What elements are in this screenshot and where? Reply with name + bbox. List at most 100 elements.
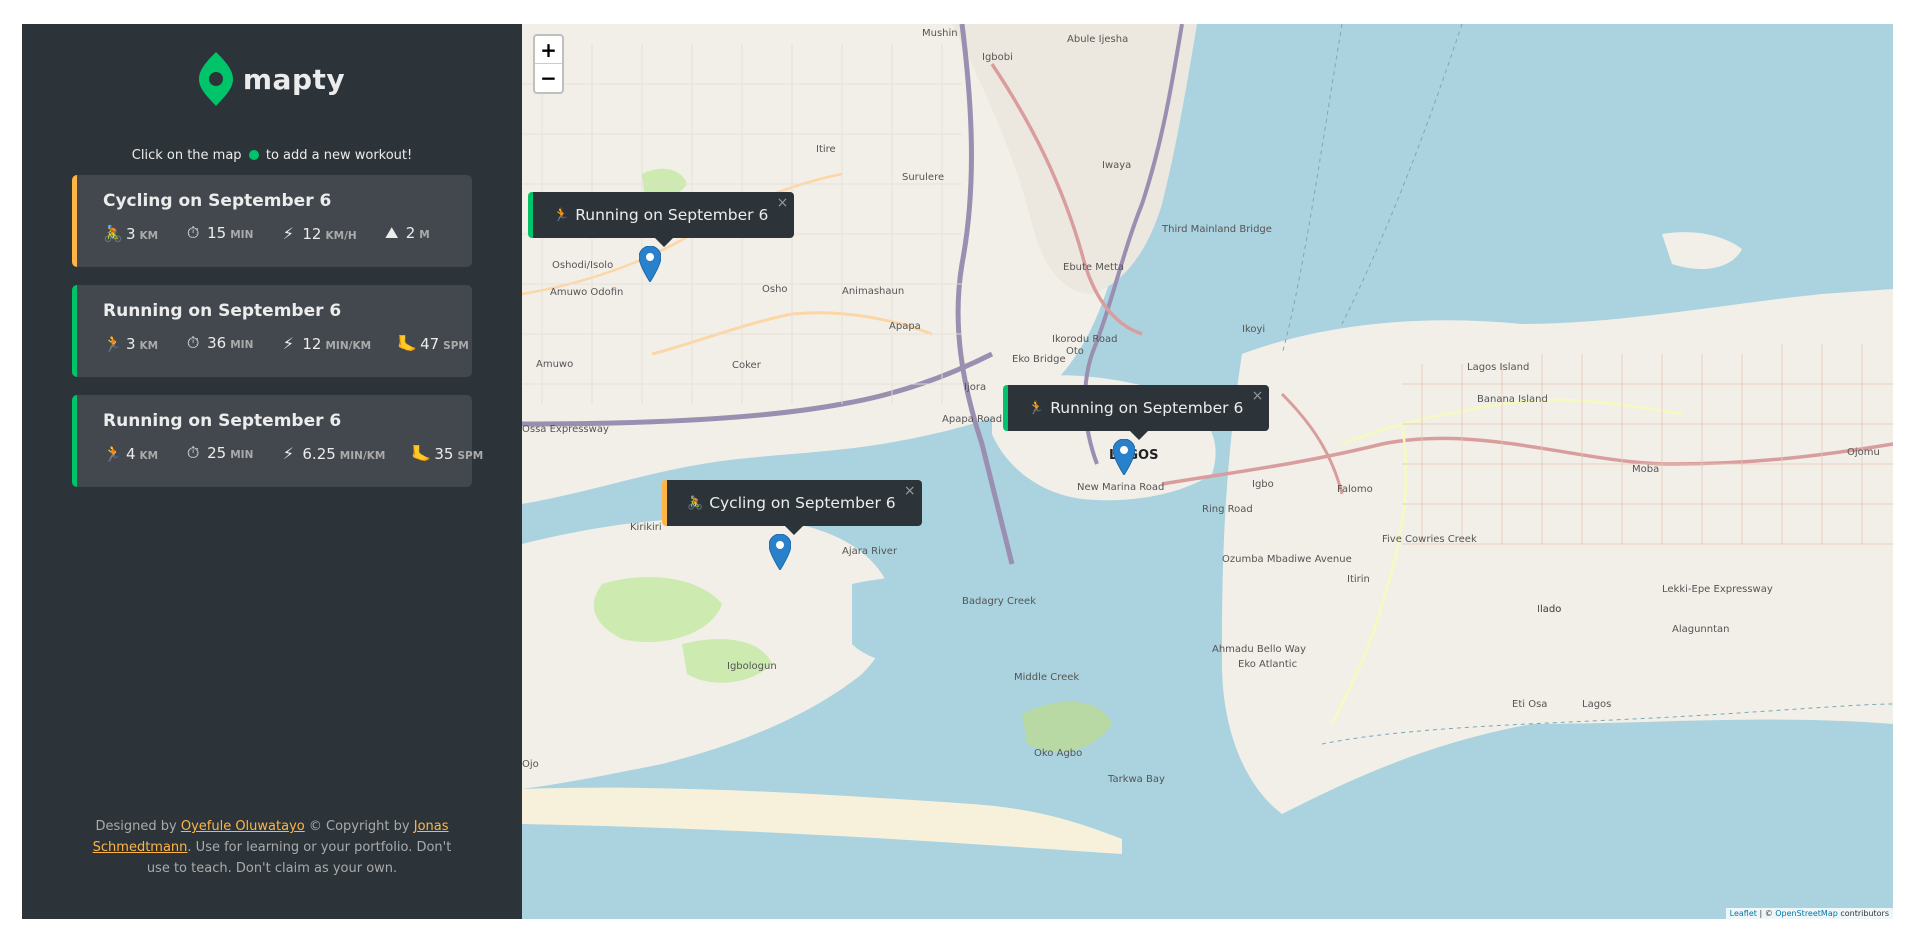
map-label: Mushin	[922, 28, 958, 39]
workout-elevation: ⛰ 2 m	[383, 223, 430, 243]
hint-text-before: Click on the map	[131, 148, 242, 163]
map-marker-icon[interactable]	[769, 534, 791, 570]
map-label: Osho	[762, 284, 788, 295]
workout-details: 🏃 4 km ⏱ 25 min ⚡ 6.25 min/km 🦶 35 spm	[103, 443, 483, 463]
map-label: Ossa Expressway	[522, 424, 609, 435]
duration-unit: min	[230, 449, 254, 461]
map-label: Igbologun	[727, 661, 777, 672]
map-label: Ebute Metta	[1063, 262, 1125, 273]
map-label: Animashaun	[842, 286, 905, 297]
popup-close-button[interactable]: ×	[904, 483, 916, 499]
workout-cadence: 🦶 35 spm	[411, 444, 483, 463]
stopwatch-icon: ⏱	[186, 443, 200, 462]
map-label: Ikorodu Road	[1052, 334, 1118, 345]
footer-rest: . Use for learning or your portfolio. Do…	[146, 840, 452, 876]
workout-cadence: 🦶 47 spm	[397, 334, 469, 353]
distance-unit: km	[139, 339, 159, 352]
map-label: Banana Island	[1477, 394, 1548, 405]
map-label: Apapa	[889, 321, 921, 332]
duration-value: 25	[207, 444, 227, 462]
bicycle-icon: 🚴	[103, 223, 123, 243]
cadence-unit: spm	[457, 449, 484, 462]
map-label: Tarkwa Bay	[1108, 774, 1165, 785]
logo: mapty	[22, 52, 522, 106]
workout-pace: ⚡ 12 min/km	[279, 334, 371, 353]
elevation-value: 2	[405, 224, 416, 242]
map-label: Falomo	[1337, 484, 1373, 495]
map-label: Third Mainland Bridge	[1162, 224, 1272, 235]
map-attribution: Leaflet | © OpenStreetMap contributors	[1725, 908, 1893, 919]
workout-details: 🏃 3 km ⏱ 36 min ⚡ 12 min/km 🦶 47 spm	[103, 333, 472, 353]
cadence-value: 47	[420, 334, 440, 353]
map-label: Ring Road	[1202, 504, 1253, 515]
footprint-icon: 🦶	[411, 443, 432, 463]
zoom-in-button[interactable]: +	[535, 36, 562, 64]
map-label: Ajara River	[842, 546, 898, 557]
workout-popup-running[interactable]: 🏃 Running on September 6 ×	[1003, 385, 1270, 440]
map-marker-icon[interactable]	[1113, 439, 1135, 475]
map-label: Itire	[816, 144, 836, 155]
map-label: Lagos Island	[1467, 362, 1530, 373]
leaflet-link[interactable]: Leaflet	[1730, 909, 1757, 918]
map-label: Oko Agbo	[1034, 748, 1083, 759]
duration-unit: min	[230, 339, 254, 351]
stopwatch-icon: ⏱	[186, 223, 200, 242]
map-label: Coker	[732, 360, 761, 371]
workout-duration: ⏱ 25 min	[184, 443, 254, 463]
workout-distance: 🏃 3 km	[103, 334, 158, 353]
popup-close-button[interactable]: ×	[1252, 388, 1264, 404]
map-label: Igbo	[1252, 479, 1274, 490]
workout-card-running[interactable]: Running on September 6 🏃 3 km ⏱ 36 min ⚡ 12 mi…	[72, 285, 472, 377]
map-label: Five Cowries Creek	[1382, 534, 1477, 545]
osm-link[interactable]: OpenStreetMap	[1775, 909, 1838, 918]
workout-card-cycling[interactable]: Cycling on September 6 🚴 3 km ⏱ 15 min ⚡ 12 km…	[72, 175, 472, 267]
workout-card-running[interactable]: Running on September 6 🏃 4 km ⏱ 25 min ⚡ 6.25…	[72, 395, 483, 487]
runner-icon: 🏃	[553, 207, 570, 223]
distance-unit: km	[139, 229, 159, 242]
speed-unit: km/h	[325, 229, 357, 242]
map-label: Ilado	[1537, 604, 1562, 615]
workout-duration: ⏱ 15 min	[184, 223, 254, 243]
lightning-icon: ⚡	[282, 223, 294, 243]
workout-distance: 🏃 4 km	[103, 444, 158, 463]
popup-label: Running on September 6	[575, 206, 769, 224]
lightning-icon: ⚡	[282, 443, 294, 463]
map-label: Itirin	[1347, 574, 1370, 585]
stopwatch-icon: ⏱	[186, 333, 200, 352]
green-dot-icon	[248, 150, 259, 160]
attribution-sep: | ©	[1756, 909, 1776, 918]
duration-value: 15	[207, 224, 227, 242]
map-label: Alagunntan	[1672, 624, 1730, 635]
zoom-control: + −	[533, 34, 564, 94]
designer-link[interactable]: Oyefule Oluwatayo	[181, 819, 305, 834]
map-label: Igbobi	[982, 52, 1013, 63]
map-label: Middle Creek	[1014, 672, 1080, 683]
map-label: Badagry Creek	[962, 596, 1036, 607]
map-label: Lagos	[1582, 699, 1612, 710]
workout-popup-running[interactable]: 🏃 Running on September 6 ×	[528, 192, 795, 247]
elevation-unit: m	[419, 229, 430, 241]
hint-text-after: to add a new workout!	[265, 148, 413, 163]
form-hint: Click on the map to add a new workout!	[22, 148, 522, 163]
map-label: Amuwo	[536, 359, 574, 370]
popup-label: Running on September 6	[1050, 399, 1244, 417]
zoom-out-button[interactable]: −	[535, 64, 562, 92]
map-label: Oshodi/Isolo	[552, 260, 614, 271]
map-label: Apapa Road	[942, 414, 1003, 425]
map-tiles	[522, 24, 1893, 854]
workout-list: Cycling on September 6 🚴 3 km ⏱ 15 min ⚡ 12 km…	[72, 175, 483, 505]
bicycle-icon: 🚴	[687, 495, 704, 511]
map-view[interactable]: Lagos Island LAGOS Ikoyi Apapa Ijora Sur…	[522, 24, 1893, 919]
map-label: Surulere	[902, 172, 945, 183]
workout-duration: ⏱ 36 min	[184, 333, 254, 353]
mountain-icon: ⛰	[384, 223, 399, 242]
popup-close-button[interactable]: ×	[777, 195, 789, 211]
map-marker-icon[interactable]	[639, 246, 661, 282]
map-label: Eko Bridge	[1012, 354, 1066, 365]
duration-value: 36	[207, 334, 227, 352]
sidebar: mapty Click on the map to add a new work…	[22, 24, 522, 919]
map-label: Eko Atlantic	[1238, 659, 1298, 670]
map-label: Abule Ijesha	[1067, 34, 1129, 45]
pace-unit: min/km	[339, 449, 386, 462]
workout-popup-cycling[interactable]: 🚴 Cycling on September 6 ×	[662, 480, 922, 535]
